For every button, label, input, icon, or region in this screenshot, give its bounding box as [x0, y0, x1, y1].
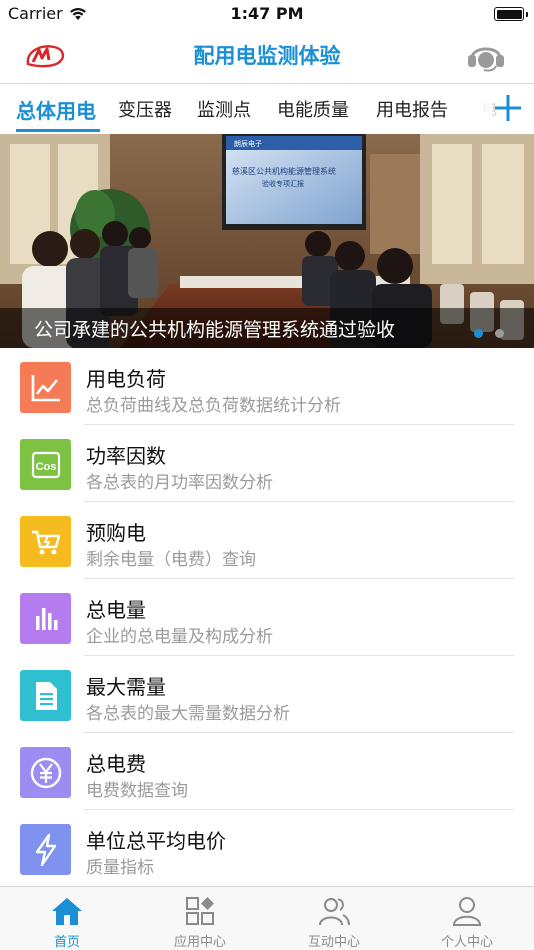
users-icon: [319, 898, 350, 926]
list-item-total-cost[interactable]: 总电费 电费数据查询: [0, 733, 534, 810]
list-item-load[interactable]: 用电负荷 总负荷曲线及总负荷数据统计分析: [0, 348, 534, 425]
list-item-subtitle: 总负荷曲线及总负荷数据统计分析: [86, 396, 341, 416]
app-grid-icon: [186, 897, 214, 925]
yen-icon: [20, 747, 71, 798]
list-item-power-factor[interactable]: Cos 功率因数 各总表的月功率因数分析: [0, 425, 534, 502]
list-item-title: 总电量: [86, 598, 146, 622]
tab-overall-power[interactable]: 总体用电: [16, 95, 96, 124]
list-item-subtitle: 剩余电量（电费）查询: [86, 550, 256, 570]
screen-line-2: 验收专项汇报: [262, 179, 304, 188]
category-tabs: 总体用电 变压器 监测点 电能质量 用电报告 电: [0, 84, 534, 134]
tabbar-label: 互动中心: [307, 935, 360, 950]
list-item-max-demand[interactable]: 最大需量 各总表的最大需量数据分析: [0, 656, 534, 733]
tabbar-label: 个人中心: [440, 935, 493, 950]
tab-fade: [470, 84, 492, 134]
bottom-tab-bar: 首页 应用中心 互动中心 个人中心: [0, 886, 534, 950]
tab-power-report[interactable]: 用电报告: [376, 96, 448, 122]
list-item-subtitle: 各总表的月功率因数分析: [86, 473, 273, 493]
tabbar-label: 应用中心: [173, 935, 226, 950]
list-item-title: 最大需量: [86, 675, 166, 699]
list-item-subtitle: 企业的总电量及构成分析: [86, 627, 273, 647]
plus-icon[interactable]: [492, 92, 524, 124]
tabbar-home[interactable]: 首页: [0, 887, 134, 950]
tabbar-app-center[interactable]: 应用中心: [133, 887, 267, 950]
feature-list: 用电负荷 总负荷曲线及总负荷数据统计分析 Cos 功率因数 各总表的月功率因数分…: [0, 348, 534, 886]
list-item-title: 用电负荷: [86, 367, 166, 391]
banner-carousel[interactable]: 朗辰电子 慈溪区公共机构能源管理系统 验收专项汇报 公司承建的公共机构能源管理系…: [0, 134, 534, 348]
list-item-total-energy[interactable]: 总电量 企业的总电量及构成分析: [0, 579, 534, 656]
person-icon: [452, 897, 482, 926]
screen-line-1: 慈溪区公共机构能源管理系统: [232, 166, 336, 176]
tabbar-label: 首页: [53, 935, 80, 950]
screen-header-text: 朗辰电子: [234, 139, 262, 148]
list-item-subtitle: 各总表的最大需量数据分析: [86, 704, 290, 724]
active-tab-indicator: [16, 129, 100, 132]
list-item-title: 预购电: [86, 521, 146, 545]
tab-transformer[interactable]: 变压器: [118, 96, 172, 122]
prepaid-cart-icon: [20, 516, 71, 567]
tabbar-personal-center[interactable]: 个人中心: [400, 887, 534, 950]
tabbar-interaction-center[interactable]: 互动中心: [267, 887, 401, 950]
list-item-prepaid[interactable]: 预购电 剩余电量（电费）查询: [0, 502, 534, 579]
list-item-title: 功率因数: [86, 444, 166, 468]
battery-icon: [494, 7, 528, 21]
nav-bar: 配用电监测体验: [0, 28, 534, 84]
lightning-icon: [20, 824, 71, 875]
home-icon: [52, 898, 82, 925]
bar-chart-icon: [20, 593, 71, 644]
carousel-dots: [474, 329, 504, 338]
carousel-dot-active[interactable]: [474, 329, 483, 338]
list-item-title: 单位总平均电价: [86, 829, 226, 853]
cos-icon: Cos: [20, 439, 71, 490]
list-item-avg-price[interactable]: 单位总平均电价 质量指标: [0, 810, 534, 887]
status-time: 1:47 PM: [230, 4, 304, 23]
document-icon: [20, 670, 71, 721]
line-chart-icon: [20, 362, 71, 413]
banner-caption: 公司承建的公共机构能源管理系统通过验收: [34, 319, 396, 341]
tab-monitoring-point[interactable]: 监测点: [197, 96, 251, 122]
list-item-subtitle: 电费数据查询: [86, 781, 188, 801]
cos-icon-text: Cos: [35, 461, 56, 473]
page-title: 配用电监测体验: [193, 44, 341, 68]
list-item-subtitle: 质量指标: [86, 858, 154, 878]
status-bar: Carrier 1:47 PM: [0, 0, 534, 28]
carousel-dot[interactable]: [495, 329, 504, 338]
list-item-title: 总电费: [86, 752, 146, 776]
headset-icon[interactable]: [466, 38, 506, 74]
tab-power-quality[interactable]: 电能质量: [277, 96, 349, 122]
